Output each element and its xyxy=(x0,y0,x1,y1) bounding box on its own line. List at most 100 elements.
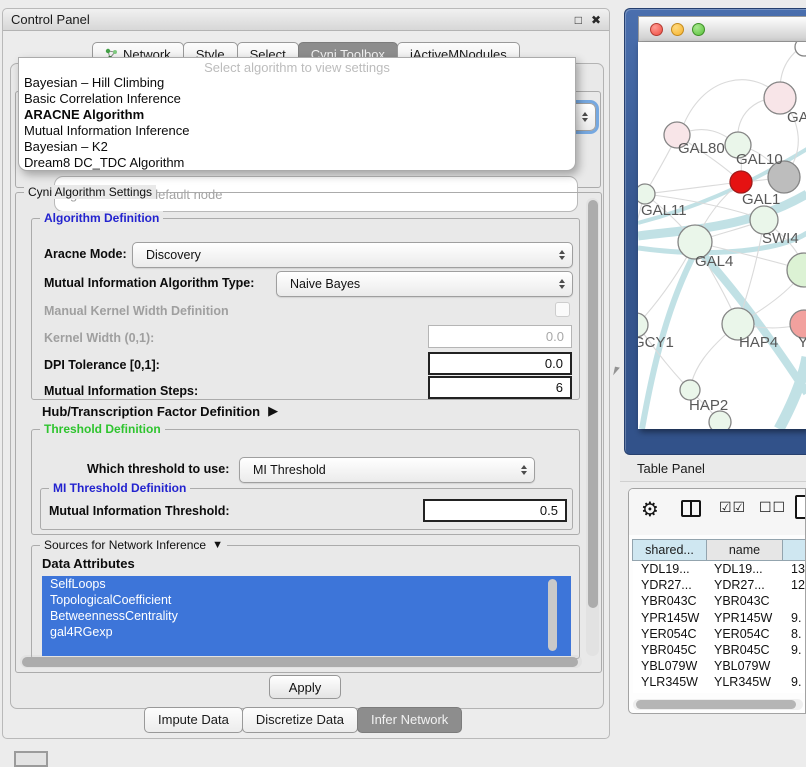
label-GAL10: GAL10 xyxy=(736,151,783,168)
vertical-scrollbar-thumb[interactable] xyxy=(588,200,598,608)
cell-value: 12 xyxy=(785,578,806,592)
cell-name: YPR145W xyxy=(708,611,785,625)
columns-icon[interactable] xyxy=(681,500,701,517)
sources-title-label: Sources for Network Inference xyxy=(44,538,206,552)
label-GAL1: GAL1 xyxy=(742,191,780,208)
control-panel-titlebar: Control Panel □ ✖ xyxy=(3,9,609,31)
sources-group: Sources for Network Inference ▼ Data Att… xyxy=(31,545,580,659)
minimize-traffic-light[interactable] xyxy=(671,23,684,36)
table-row[interactable]: YBL079W YBL079W xyxy=(633,658,806,674)
mi-threshold-field[interactable]: 0.5 xyxy=(423,499,567,522)
bottom-tab[interactable]: Impute Data xyxy=(144,707,243,733)
algorithm-option[interactable]: Basic Correlation Inference xyxy=(19,91,575,107)
threshold-definition-title: Threshold Definition xyxy=(40,422,165,436)
data-attributes-list[interactable]: SelfLoops TopologicalCoefficient Between… xyxy=(42,576,571,656)
table-row[interactable]: YIL052C YIL052C 9 xyxy=(633,691,806,694)
data-attribute-item[interactable]: gal4RGexp xyxy=(42,624,571,640)
node-top-right[interactable] xyxy=(795,42,806,56)
hub-definition-expander[interactable]: Hub/Transcription Factor Definition ▶ xyxy=(42,403,278,419)
gear-icon[interactable]: ⚙ xyxy=(641,497,659,522)
mi-algorithm-type-combobox[interactable]: Naive Bayes xyxy=(276,271,573,297)
table-scrollbar-thumb[interactable] xyxy=(636,700,796,709)
node-GAL11[interactable] xyxy=(638,184,655,204)
table-row[interactable]: YDR27... YDR27... 12 xyxy=(633,577,806,593)
table-row[interactable]: YLR345W YLR345W 9. xyxy=(633,674,806,690)
mi-threshold-definition-title: MI Threshold Definition xyxy=(49,481,190,495)
aracne-mode-value: Discovery xyxy=(146,248,201,262)
aracne-mode-label: Aracne Mode: xyxy=(44,247,127,261)
combo-stepper-icon xyxy=(559,279,565,289)
manual-kernel-width-checkbox[interactable] xyxy=(555,302,570,317)
network-view-window: GAL GAL80 GAL10 GAL11 GAL1 SWI4 GAL4 GCY… xyxy=(624,8,806,455)
dropdown-prompt: Select algorithm to view settings xyxy=(19,58,575,75)
column-header-shared-name[interactable]: shared... xyxy=(632,539,707,561)
cell-shared-name: YBL079W xyxy=(633,659,708,673)
network-canvas[interactable]: GAL GAL80 GAL10 GAL11 GAL1 SWI4 GAL4 GCY… xyxy=(638,42,806,429)
dpi-tolerance-label: DPI Tolerance [0,1]: xyxy=(44,358,160,372)
float-window-icon[interactable]: □ xyxy=(575,13,582,27)
apply-button[interactable]: Apply xyxy=(269,675,341,699)
mi-steps-field[interactable]: 6 xyxy=(428,376,572,399)
table-panel: ⚙ ☑☑ ☐☐ shared... name A YDL19... YDL19.… xyxy=(628,488,806,714)
table-horizontal-scrollbar[interactable] xyxy=(633,699,803,710)
mi-algorithm-type-label: Mutual Information Algorithm Type: xyxy=(44,276,254,290)
hub-definition-label: Hub/Transcription Factor Definition xyxy=(42,404,260,419)
column-header-partial[interactable]: A xyxy=(782,539,806,561)
collapsed-arrow-icon[interactable]: ▶ xyxy=(268,403,278,419)
threshold-definition-group: Threshold Definition Which threshold to … xyxy=(31,429,580,535)
cell-name: YDL19... xyxy=(708,562,785,576)
cyni-algorithm-settings-group: Cyni Algorithm Settings Algorithm Defini… xyxy=(15,192,602,673)
sources-group-title[interactable]: Sources for Network Inference ▼ xyxy=(40,538,227,552)
close-traffic-light[interactable] xyxy=(650,23,663,36)
deselect-all-icon[interactable]: ☐☐ xyxy=(759,499,786,516)
which-threshold-combobox[interactable]: MI Threshold xyxy=(239,457,535,483)
bottom-tab[interactable]: Infer Network xyxy=(357,707,462,733)
node-right-green[interactable] xyxy=(787,253,806,287)
bottom-tab[interactable]: Discretize Data xyxy=(242,707,358,733)
column-header-name[interactable]: name xyxy=(706,539,783,561)
expanded-arrow-icon[interactable]: ▼ xyxy=(212,539,223,551)
table-row[interactable]: YPR145W YPR145W 9. xyxy=(633,610,806,626)
mi-algorithm-type-value: Naive Bayes xyxy=(290,277,360,291)
table-row[interactable]: YBR045C YBR045C 9. xyxy=(633,642,806,658)
data-attribute-item[interactable]: BetweennessCentrality xyxy=(42,608,571,624)
mouse-cursor xyxy=(613,367,620,377)
label-GAL11: GAL11 xyxy=(641,202,687,219)
dpi-tolerance-field[interactable]: 0.0 xyxy=(428,352,572,375)
cell-name: YLR345W xyxy=(708,675,785,689)
cell-shared-name: YBR043C xyxy=(633,594,708,608)
table-row[interactable]: YDL19... YDL19... 13 xyxy=(633,561,806,577)
algorithm-option[interactable]: ARACNE Algorithm xyxy=(19,107,575,123)
minimized-panel-icon[interactable] xyxy=(14,751,48,767)
data-attribute-item[interactable]: SelfLoops xyxy=(42,576,571,592)
table-body: YDL19... YDL19... 13 YDR27... YDR27... 1… xyxy=(633,561,806,693)
close-icon[interactable]: ✖ xyxy=(591,13,601,27)
table-panel-title: Table Panel xyxy=(637,461,705,476)
mi-threshold-label: Mutual Information Threshold: xyxy=(49,504,230,518)
cell-value: 9. xyxy=(785,643,806,657)
control-panel-title: Control Panel xyxy=(11,12,566,27)
algorithm-option[interactable]: Dream8 DC_TDC Algorithm xyxy=(19,155,575,171)
node-red-selected[interactable] xyxy=(730,171,752,193)
cell-value: 8. xyxy=(785,627,806,641)
cell-shared-name: YDL19... xyxy=(633,562,708,576)
aracne-mode-combobox[interactable]: Discovery xyxy=(132,242,573,268)
select-all-icon[interactable]: ☑☑ xyxy=(719,499,746,516)
mi-steps-label: Mutual Information Steps: xyxy=(44,384,198,398)
kernel-width-label: Kernel Width (0,1): xyxy=(44,331,154,345)
label-GCY1: GCY1 xyxy=(638,334,674,351)
label-GAL80: GAL80 xyxy=(678,140,725,157)
algorithm-option[interactable]: Mutual Information Inference xyxy=(19,123,575,139)
algorithm-option[interactable]: Bayesian – Hill Climbing xyxy=(19,75,575,91)
list-scrollbar-thumb[interactable] xyxy=(548,579,557,651)
export-table-icon[interactable] xyxy=(795,495,806,519)
table-row[interactable]: YBR043C YBR043C xyxy=(633,593,806,609)
data-attribute-item[interactable]: TopologicalCoefficient xyxy=(42,592,571,608)
label-GAL4: GAL4 xyxy=(695,253,733,270)
kernel-width-field[interactable]: 0.0 xyxy=(428,325,572,348)
zoom-traffic-light[interactable] xyxy=(692,23,705,36)
vertical-scrollbar[interactable] xyxy=(586,198,599,656)
table-row[interactable]: YER054C YER054C 8. xyxy=(633,626,806,642)
cell-value: 9 xyxy=(785,692,806,693)
algorithm-option[interactable]: Bayesian – K2 xyxy=(19,139,575,155)
